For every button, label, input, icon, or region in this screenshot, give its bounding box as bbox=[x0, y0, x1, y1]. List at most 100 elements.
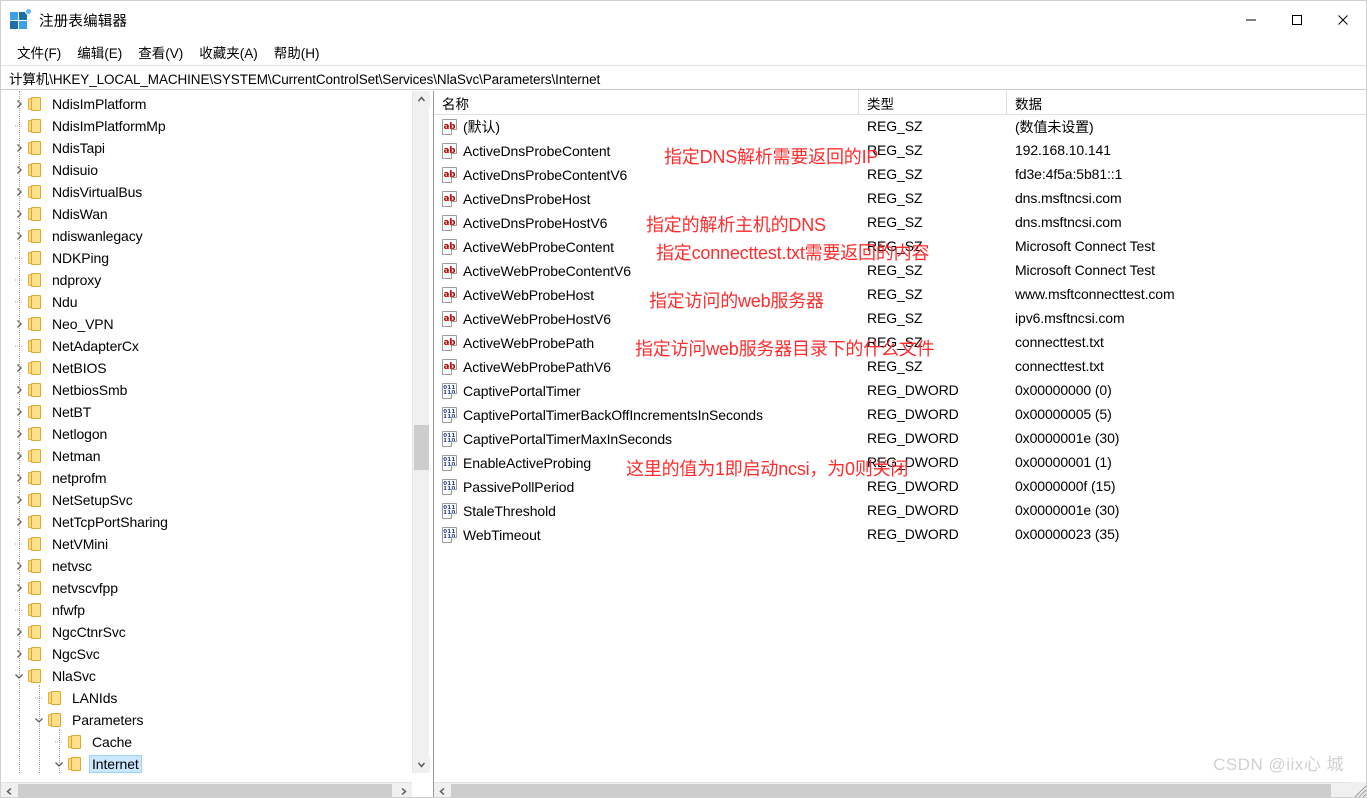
value-type-cell: REG_SZ bbox=[859, 238, 1007, 256]
tree-item-nfwfp[interactable]: nfwfp bbox=[1, 599, 411, 621]
value-name: EnableActiveProbing bbox=[463, 455, 592, 471]
tree-vertical-scrollbar[interactable] bbox=[412, 91, 430, 773]
tree-item-label: NetBIOS bbox=[52, 360, 107, 376]
folder-icon bbox=[47, 713, 63, 727]
menu-help[interactable]: 帮助(H) bbox=[266, 40, 328, 64]
close-button[interactable] bbox=[1320, 1, 1366, 39]
tree-scrollbar-thumb[interactable] bbox=[414, 425, 429, 470]
values-horizontal-scrollbar[interactable] bbox=[434, 782, 1366, 798]
tree-hscrollbar-thumb[interactable] bbox=[18, 783, 392, 797]
tree-item-netlogon[interactable]: Netlogon bbox=[1, 423, 411, 445]
tree-item-netsetupsvc[interactable]: NetSetupSvc bbox=[1, 489, 411, 511]
tree-item-netprofm[interactable]: netprofm bbox=[1, 467, 411, 489]
table-row[interactable]: 011 110 StaleThreshold REG_DWORD 0x0000001e … bbox=[434, 499, 1366, 523]
table-row[interactable]: 011 110 WebTimeout REG_DWORD 0x00000023 (35) bbox=[434, 523, 1366, 547]
values-scroll-left-button[interactable] bbox=[434, 783, 451, 798]
tree-item-ndisvirtualbus[interactable]: NdisVirtualBus bbox=[1, 181, 411, 203]
tree-item-netvmini[interactable]: NetVMini bbox=[1, 533, 411, 555]
value-data-cell: 0x00000000 (0) bbox=[1007, 382, 1366, 400]
values-column-headers: 名称 类型 数据 bbox=[434, 91, 1366, 115]
tree-scroll-up-button[interactable] bbox=[413, 91, 430, 108]
value-name: ActiveDnsProbeHost bbox=[463, 191, 591, 207]
tree-item-nettcpportsharing[interactable]: NetTcpPortSharing bbox=[1, 511, 411, 533]
value-data-cell: 0x0000001e (30) bbox=[1007, 430, 1366, 448]
table-row[interactable]: ab ActiveDnsProbeHost REG_SZ dns.msftncsi.c… bbox=[434, 187, 1366, 211]
tree-item-netvscvfpp[interactable]: netvscvfpp bbox=[1, 577, 411, 599]
column-header-type[interactable]: 类型 bbox=[859, 91, 1007, 115]
tree-item-ngcctnrsvc[interactable]: NgcCtnrSvc bbox=[1, 621, 411, 643]
window-resize-grip[interactable] bbox=[1351, 782, 1366, 797]
value-data: 0x0000000f (15) bbox=[1015, 478, 1116, 494]
table-row[interactable]: ab ActiveWebProbeHostV6 REG_SZ ipv6.msftncs… bbox=[434, 307, 1366, 331]
tree-hscroll-track[interactable] bbox=[18, 783, 395, 797]
value-type-cell: REG_SZ bbox=[859, 118, 1007, 136]
table-row[interactable]: ab ActiveWebProbeContent REG_SZ Microsoft C… bbox=[434, 235, 1366, 259]
maximize-button[interactable] bbox=[1274, 1, 1320, 39]
tree-item-ndisimplatformmp[interactable]: NdisImPlatformMp bbox=[1, 115, 411, 137]
tree-item-label: NetVMini bbox=[52, 536, 108, 552]
value-type: REG_DWORD bbox=[867, 430, 959, 446]
tree-item-ndistapi[interactable]: NdisTapi bbox=[1, 137, 411, 159]
table-row[interactable]: ab ActiveDnsProbeHostV6 REG_SZ dns.msftncsi… bbox=[434, 211, 1366, 235]
tree-item-netbios[interactable]: NetBIOS bbox=[1, 357, 411, 379]
table-row[interactable]: ab ActiveWebProbeContentV6 REG_SZ Microsoft… bbox=[434, 259, 1366, 283]
values-hscrollbar-thumb[interactable] bbox=[451, 783, 1331, 797]
menu-favorites[interactable]: 收藏夹(A) bbox=[191, 40, 266, 64]
tree-item-netbt[interactable]: NetBT bbox=[1, 401, 411, 423]
table-row[interactable]: 011 110 CaptivePortalTimerBackOffIncrement… bbox=[434, 403, 1366, 427]
table-row[interactable]: 011 110 CaptivePortalTimerMaxInSeconds REG_… bbox=[434, 427, 1366, 451]
value-name-cell: ab ActiveWebProbePath bbox=[434, 335, 859, 351]
column-header-data[interactable]: 数据 bbox=[1007, 91, 1366, 115]
tree-item-ndproxy[interactable]: ndproxy bbox=[1, 269, 411, 291]
minimize-button[interactable] bbox=[1228, 1, 1274, 39]
tree-guide-line bbox=[59, 729, 60, 773]
tree-item-label: NetBT bbox=[52, 404, 92, 420]
tree-horizontal-scrollbar[interactable] bbox=[1, 782, 412, 798]
values-list: ab (默认) REG_SZ (数值未设置) ab ActiveDnsProbeConte… bbox=[434, 115, 1366, 773]
menu-file[interactable]: 文件(F) bbox=[9, 40, 69, 64]
folder-icon bbox=[27, 163, 43, 177]
tree-item-netvsc[interactable]: netvsc bbox=[1, 555, 411, 577]
value-data: 192.168.10.141 bbox=[1015, 142, 1111, 158]
tree-item-label: ndiswanlegacy bbox=[52, 228, 143, 244]
tree-item-netman[interactable]: Netman bbox=[1, 445, 411, 467]
tree-item-ndisuio[interactable]: Ndisuio bbox=[1, 159, 411, 181]
table-row[interactable]: 011 110 EnableActiveProbing REG_DWORD 0x0000… bbox=[434, 451, 1366, 475]
menu-view[interactable]: 查看(V) bbox=[130, 40, 191, 64]
tree-item-netadaptercx[interactable]: NetAdapterCx bbox=[1, 335, 411, 357]
tree-item-neo-vpn[interactable]: Neo_VPN bbox=[1, 313, 411, 335]
column-header-name[interactable]: 名称 bbox=[434, 91, 859, 115]
menu-edit[interactable]: 编辑(E) bbox=[69, 40, 130, 64]
tree-item-ndu[interactable]: Ndu bbox=[1, 291, 411, 313]
value-name: PassivePollPeriod bbox=[463, 479, 575, 495]
table-row[interactable]: 011 110 CaptivePortalTimer REG_DWORD 0x00000… bbox=[434, 379, 1366, 403]
tree-item-lanids[interactable]: LANIds bbox=[1, 687, 411, 709]
tree-item-nlasvc[interactable]: NlaSvc bbox=[1, 665, 411, 687]
tree-scroll-down-button[interactable] bbox=[413, 756, 430, 773]
value-name: CaptivePortalTimerBackOffIncrementsInSec… bbox=[463, 407, 763, 423]
tree-item-ndisimplatform[interactable]: NdisImPlatform bbox=[1, 93, 411, 115]
table-row[interactable]: 011 110 PassivePollPeriod REG_DWORD 0x000000… bbox=[434, 475, 1366, 499]
tree-item-parameters[interactable]: Parameters bbox=[1, 709, 411, 731]
tree-scroll-right-button[interactable] bbox=[395, 783, 412, 798]
values-hscroll-track[interactable] bbox=[451, 783, 1351, 797]
value-name: StaleThreshold bbox=[463, 503, 556, 519]
folder-icon bbox=[27, 97, 43, 111]
tree-item-ndiswan[interactable]: NdisWan bbox=[1, 203, 411, 225]
tree-item-cache[interactable]: Cache bbox=[1, 731, 411, 753]
tree-item-label: nfwfp bbox=[52, 602, 85, 618]
address-bar[interactable]: 计算机\HKEY_LOCAL_MACHINE\SYSTEM\CurrentCon… bbox=[1, 65, 1366, 90]
table-row[interactable]: ab ActiveDnsProbeContentV6 REG_SZ fd3e:4f5a… bbox=[434, 163, 1366, 187]
table-row[interactable]: ab ActiveWebProbePathV6 REG_SZ connecttest.… bbox=[434, 355, 1366, 379]
tree-scroll-left-button[interactable] bbox=[1, 783, 18, 798]
tree-item-internet[interactable]: Internet bbox=[1, 753, 411, 773]
table-row[interactable]: ab ActiveWebProbeHost REG_SZ www.msftconnec… bbox=[434, 283, 1366, 307]
table-row[interactable]: ab ActiveDnsProbeContent REG_SZ 192.168.10.… bbox=[434, 139, 1366, 163]
table-row[interactable]: ab ActiveWebProbePath REG_SZ connecttest.tx… bbox=[434, 331, 1366, 355]
tree-item-ndkping[interactable]: NDKPing bbox=[1, 247, 411, 269]
table-row[interactable]: ab (默认) REG_SZ (数值未设置) bbox=[434, 115, 1366, 139]
tree-item-ndiswanlegacy[interactable]: ndiswanlegacy bbox=[1, 225, 411, 247]
tree-item-netbiossmb[interactable]: NetbiosSmb bbox=[1, 379, 411, 401]
tree-item-ngcsvc[interactable]: NgcSvc bbox=[1, 643, 411, 665]
value-type: REG_SZ bbox=[867, 214, 923, 230]
